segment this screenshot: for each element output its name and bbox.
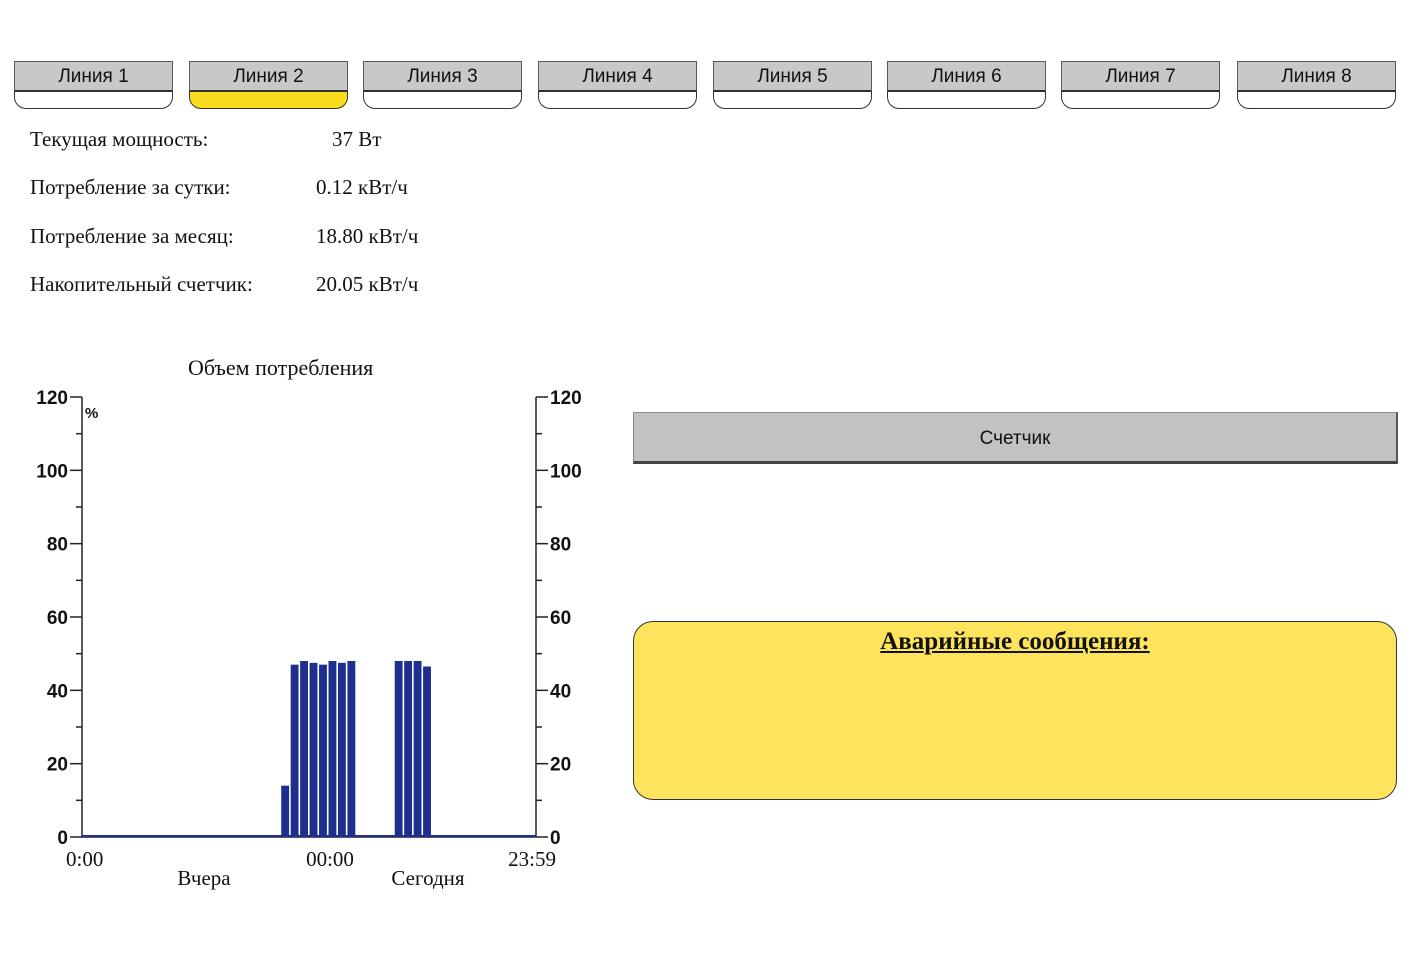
tab-line-1-indicator: [14, 92, 173, 109]
tab-line-7-indicator: [1061, 92, 1220, 109]
y-tick-label-left: 20: [47, 755, 68, 776]
y-tick-label-right: 100: [550, 461, 582, 482]
y-tick-label-right: 80: [550, 535, 571, 556]
tab-line-2-label[interactable]: Линия 2: [189, 61, 348, 92]
stat-cumulative-counter-label: Накопительный счетчик:: [30, 272, 253, 296]
tab-line-8-indicator: [1237, 92, 1396, 109]
day-label-yesterday: Вчера: [177, 866, 231, 890]
tab-line-4-indicator: [538, 92, 697, 109]
chart-bar: [328, 661, 337, 837]
chart-bar: [281, 785, 290, 837]
y-tick-label-left: 60: [47, 608, 68, 629]
y-tick-label-left: 40: [47, 681, 68, 702]
tab-line-1-label[interactable]: Линия 1: [14, 61, 173, 92]
chart-title: Объем потребления: [188, 355, 374, 380]
stat-cumulative-counter-value: 20.05 кВт/ч: [316, 272, 419, 296]
stat-monthly-consumption-label: Потребление за месяц:: [30, 224, 234, 248]
tab-line-6[interactable]: Линия 6: [887, 61, 1048, 111]
x-tick-label-end: 23:59: [508, 847, 556, 871]
stat-cumulative-counter: Накопительный счетчик: 20.05 кВт/ч: [30, 272, 550, 304]
chart-bar: [337, 662, 346, 837]
chart-bar: [404, 661, 413, 837]
tab-line-7-label[interactable]: Линия 7: [1061, 61, 1220, 92]
stat-monthly-consumption: Потребление за месяц: 18.80 кВт/ч: [30, 224, 550, 256]
y-tick-label-left: 120: [36, 388, 68, 409]
day-label-today: Сегодня: [391, 866, 464, 890]
tab-line-3[interactable]: Линия 3: [363, 61, 524, 111]
counter-button[interactable]: Счетчик: [633, 412, 1398, 464]
chart-bar: [347, 661, 356, 837]
y-tick-label-right: 0: [550, 828, 561, 849]
consumption-chart: 0 20 40 60 80 100 120 0 20 40 60 80 100 120% 0:00 00:00…: [36, 388, 582, 890]
chart-bar: [290, 664, 299, 837]
stat-current-power-label: Текущая мощность:: [30, 127, 209, 151]
line-tabs: Линия 1 Линия 2 Линия 3 Линия 4 Линия 5 …: [14, 61, 1397, 113]
tab-line-6-indicator: [887, 92, 1046, 109]
tab-line-3-label[interactable]: Линия 3: [363, 61, 522, 92]
tab-line-8-label[interactable]: Линия 8: [1237, 61, 1396, 92]
tab-line-2[interactable]: Линия 2: [189, 61, 350, 111]
stat-current-power-value: 37 Вт: [332, 127, 382, 151]
y-tick-label-right: 40: [550, 681, 571, 702]
tab-line-2-indicator: [189, 92, 348, 109]
x-tick-label-start: 0:00: [66, 847, 103, 871]
stat-daily-consumption: Потребление за сутки: 0.12 кВт/ч: [30, 175, 550, 207]
alarm-messages-title: Аварийные сообщения:: [880, 628, 1150, 655]
y-tick-label-left: 0: [57, 828, 68, 849]
stat-current-power: Текущая мощность: 37 Вт: [30, 127, 550, 159]
tab-line-4[interactable]: Линия 4: [538, 61, 699, 111]
tab-line-7[interactable]: Линия 7: [1061, 61, 1222, 111]
y-tick-label-right: 120: [550, 388, 582, 409]
tab-line-3-indicator: [363, 92, 522, 109]
tab-line-5[interactable]: Линия 5: [713, 61, 874, 111]
tab-line-4-label[interactable]: Линия 4: [538, 61, 697, 92]
y-tick-label-left: 80: [47, 535, 68, 556]
tab-line-1[interactable]: Линия 1: [14, 61, 175, 111]
tab-line-5-indicator: [713, 92, 872, 109]
chart-bar: [300, 661, 308, 837]
y-tick-label-right: 60: [550, 608, 571, 629]
alarm-messages-panel: Аварийные сообщения:: [633, 621, 1397, 800]
chart-bar: [423, 666, 431, 837]
stat-monthly-consumption-value: 18.80 кВт/ч: [316, 224, 419, 248]
y-tick-label-right: 20: [550, 755, 571, 776]
y-tick-label-left: 100: [36, 461, 68, 482]
x-tick-label-midnight: 00:00: [306, 847, 354, 871]
chart-bar: [319, 664, 327, 837]
y-unit-label: %: [85, 405, 98, 422]
chart-bar: [413, 661, 422, 837]
tab-line-5-label[interactable]: Линия 5: [713, 61, 872, 92]
chart-bar: [309, 662, 318, 837]
stat-daily-consumption-value: 0.12 кВт/ч: [316, 175, 408, 199]
chart-bar: [394, 661, 403, 837]
tab-line-8[interactable]: Линия 8: [1237, 61, 1398, 111]
tab-line-6-label[interactable]: Линия 6: [887, 61, 1046, 92]
stat-daily-consumption-label: Потребление за сутки:: [30, 175, 231, 199]
